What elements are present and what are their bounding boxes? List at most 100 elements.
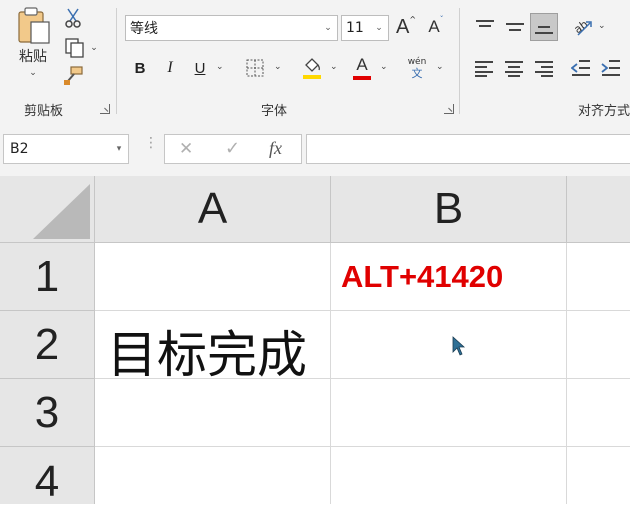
row-header-2[interactable]: 2	[0, 311, 95, 379]
row-label: 2	[34, 319, 60, 369]
row-header-4[interactable]: 4	[0, 447, 95, 506]
font-color-glyph: A	[356, 55, 368, 74]
bold-glyph: B	[134, 59, 146, 77]
borders-icon	[246, 59, 264, 77]
paint-bucket-icon	[305, 58, 320, 72]
decrease-indent-button[interactable]	[568, 55, 594, 81]
cell-b4[interactable]	[331, 447, 567, 504]
insert-function-icon[interactable]: fx	[269, 138, 282, 159]
borders-button[interactable]	[242, 55, 268, 81]
shrink-font-icon: A	[428, 17, 440, 36]
chevron-down-icon[interactable]: ▾	[110, 144, 128, 154]
underline-glyph: U	[194, 59, 206, 77]
cell-b1-value: ALT+41420	[341, 259, 504, 294]
chevron-down-icon: ⌄	[29, 68, 37, 78]
align-right-icon	[535, 60, 555, 77]
chevron-down-icon[interactable]: ⌄	[216, 62, 224, 72]
decrease-indent-icon	[571, 60, 590, 76]
row-header-3[interactable]: 3	[0, 379, 95, 447]
column-header-c[interactable]	[567, 176, 630, 243]
align-bottom-button[interactable]	[530, 13, 558, 41]
column-label: B	[433, 184, 464, 233]
copy-button[interactable]: ⌄	[60, 36, 102, 60]
row-label: 3	[34, 387, 60, 437]
cell-b3[interactable]	[331, 379, 567, 447]
font-size-box[interactable]: 11 ⌄	[341, 15, 389, 41]
phonetic-guide-button[interactable]: wén 文	[404, 54, 430, 82]
align-middle-button[interactable]	[502, 14, 528, 40]
font-color-button[interactable]: A	[350, 54, 374, 82]
bold-button[interactable]: B	[128, 55, 152, 81]
cell-a2-value: 目标完成	[107, 326, 307, 384]
formula-input[interactable]	[306, 134, 630, 164]
caret-up-icon: ^	[409, 14, 417, 24]
format-painter-button[interactable]	[60, 64, 86, 88]
italic-glyph: I	[167, 59, 173, 76]
orientation-button[interactable]: ab	[570, 14, 596, 40]
paste-button[interactable]: 粘贴 ⌄	[12, 6, 54, 86]
dialog-launcher-icon[interactable]	[100, 104, 110, 114]
cell-c2[interactable]	[567, 311, 630, 379]
chevron-down-icon[interactable]: ⌄	[436, 62, 444, 72]
fill-color-button[interactable]	[300, 54, 324, 82]
cell-c3[interactable]	[567, 379, 630, 447]
align-bottom-icon	[535, 20, 555, 36]
cut-button[interactable]	[60, 6, 86, 30]
align-center-button[interactable]	[502, 55, 528, 81]
chevron-down-icon: ⌄	[90, 43, 98, 53]
font-name-value: 等线	[130, 21, 158, 37]
alignment-group-label: 对齐方式	[578, 104, 630, 119]
cell-b2[interactable]	[331, 311, 567, 379]
clipboard-icon	[18, 7, 50, 44]
increase-font-size-button[interactable]: A ^	[394, 14, 418, 40]
decrease-font-size-button[interactable]: A ˇ	[424, 14, 448, 40]
formula-buttons: ✕ ✓ fx	[164, 134, 302, 164]
grow-font-icon: A	[395, 15, 410, 38]
name-box[interactable]: B2 ▾	[3, 134, 129, 164]
italic-button[interactable]: I	[158, 55, 182, 81]
align-left-icon	[475, 60, 495, 77]
row-label: 1	[34, 251, 60, 301]
paste-label: 粘贴	[19, 49, 47, 65]
fill-color-bar	[303, 75, 321, 79]
chevron-down-icon[interactable]: ⌄	[274, 62, 282, 72]
font-name-box[interactable]: 等线 ⌄	[125, 15, 338, 41]
align-top-button[interactable]	[472, 14, 498, 40]
font-size-value: 11	[346, 20, 364, 36]
row-header-1[interactable]: 1	[0, 243, 95, 311]
align-left-button[interactable]	[472, 55, 498, 81]
cell-a2[interactable]: 目标完成	[95, 311, 331, 384]
chevron-down-icon: ⌄	[375, 23, 383, 33]
row-label: 4	[34, 456, 60, 506]
cell-a3[interactable]	[95, 379, 331, 447]
cell-c4[interactable]	[567, 447, 630, 504]
enter-icon[interactable]: ✓	[225, 138, 240, 159]
increase-indent-icon	[601, 60, 620, 76]
font-group-label: 字体	[261, 104, 288, 119]
caret-down-icon: ˇ	[439, 14, 444, 24]
group-separator	[116, 8, 117, 114]
select-all-triangle-icon	[33, 184, 90, 239]
column-header-a[interactable]: A	[95, 176, 331, 243]
select-all-corner[interactable]	[0, 176, 95, 243]
column-header-b[interactable]: B	[331, 176, 567, 243]
align-right-button[interactable]	[532, 55, 558, 81]
pinyin-bottom: 文	[411, 66, 423, 80]
clipboard-group-label: 剪贴板	[24, 104, 64, 119]
drag-handle-icon[interactable]: ⋮	[144, 136, 158, 150]
cancel-icon[interactable]: ✕	[179, 139, 193, 159]
cell-b1[interactable]: ALT+41420	[331, 243, 567, 311]
font-color-bar	[353, 76, 371, 80]
chevron-down-icon[interactable]: ⌄	[598, 21, 606, 31]
chevron-down-icon[interactable]: ⌄	[330, 62, 338, 72]
dialog-launcher-icon[interactable]	[444, 104, 454, 114]
cell-c1[interactable]	[567, 243, 630, 311]
cell-a4[interactable]	[95, 447, 331, 504]
increase-indent-button[interactable]	[598, 55, 624, 81]
ribbon: 粘贴 ⌄ ⌄ 剪贴板 等线 ⌄ 11 ⌄ A ^ A ˇ B I U ⌄ ⌄ ⌄…	[0, 0, 630, 123]
mouse-cursor-icon	[452, 336, 466, 356]
cell-a1[interactable]	[95, 243, 331, 311]
chevron-down-icon[interactable]: ⌄	[380, 62, 388, 72]
underline-button[interactable]: U	[188, 55, 212, 81]
svg-text:ab: ab	[572, 18, 590, 37]
